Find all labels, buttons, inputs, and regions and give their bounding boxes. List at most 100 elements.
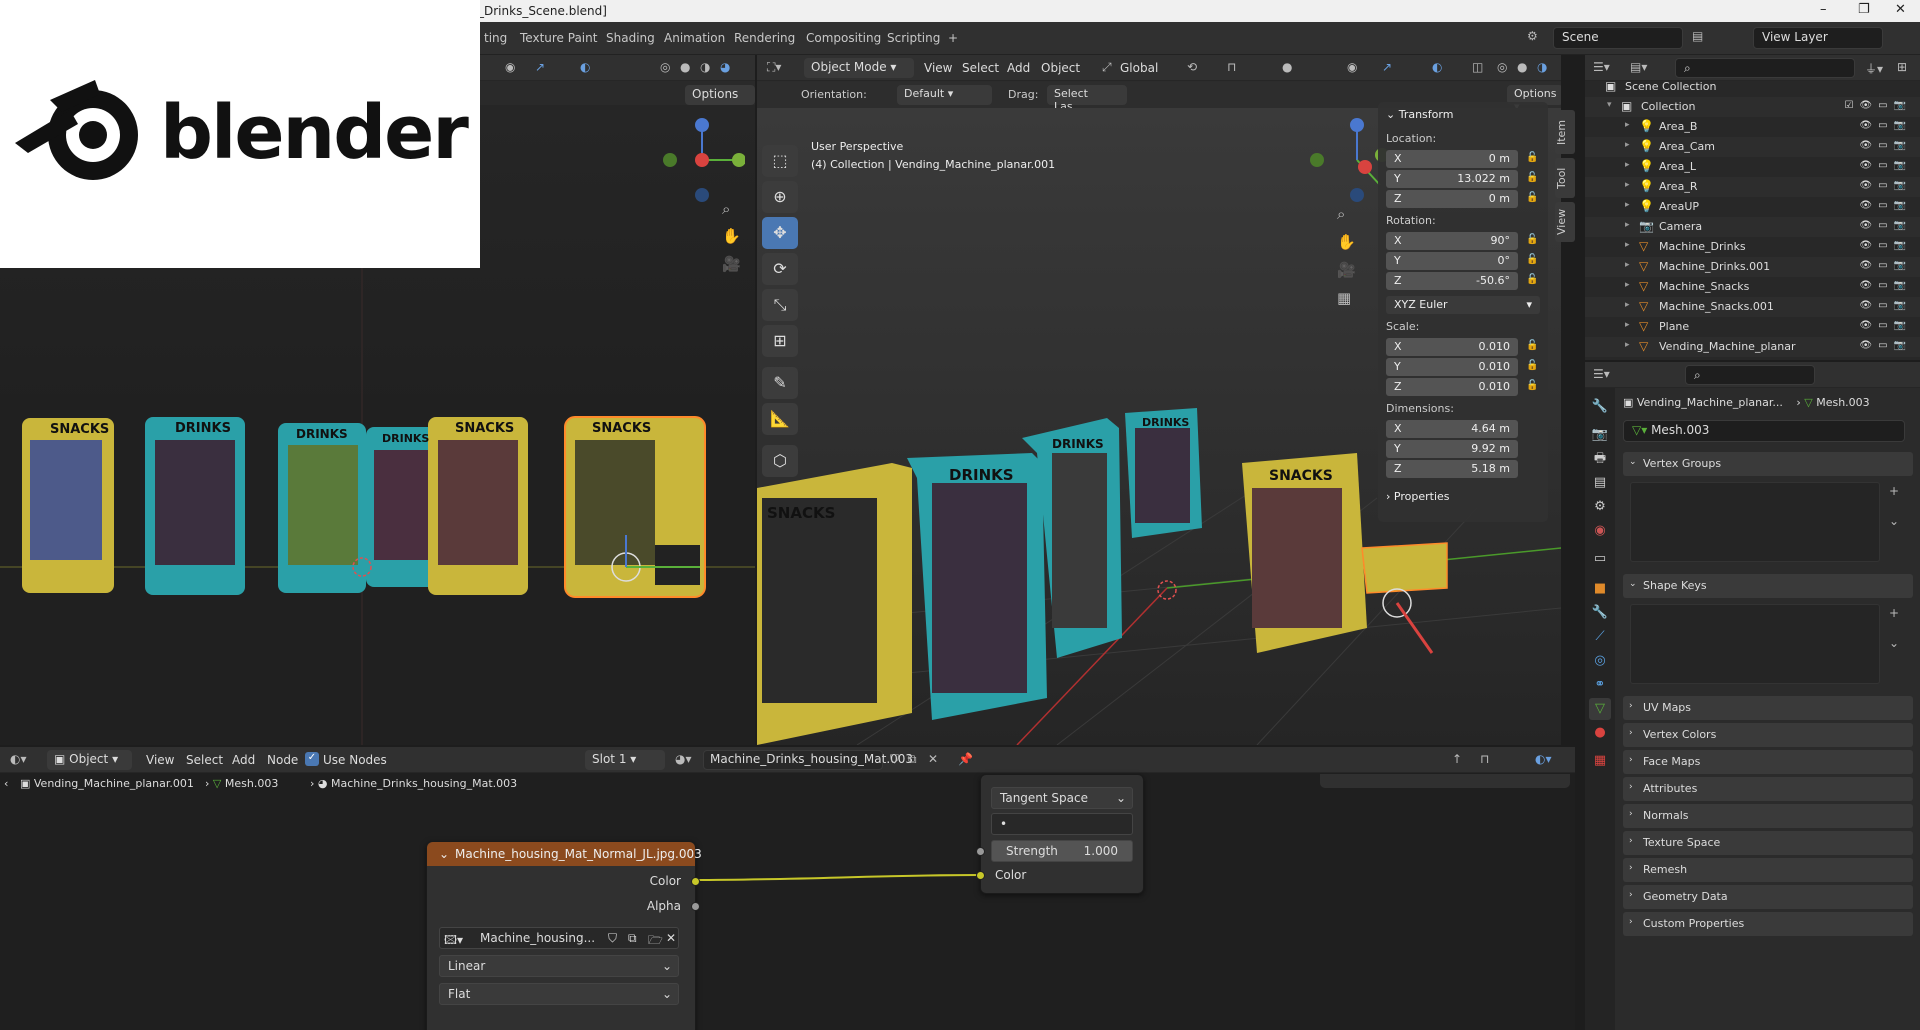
view-layer-tab-icon[interactable]: ▤: [1589, 472, 1611, 494]
duplicate-icon[interactable]: ⧉: [628, 931, 637, 946]
strength-input-socket[interactable]: [976, 847, 985, 856]
minimize-button[interactable]: –: [1820, 2, 1827, 17]
lock-icon[interactable]: 🔓: [1526, 254, 1538, 266]
properties-search-input[interactable]: ⌕: [1685, 365, 1815, 385]
zoom-icon[interactable]: ⌕: [1337, 205, 1345, 223]
object-tab-icon[interactable]: ■: [1589, 578, 1611, 600]
gizmo-icon[interactable]: ↗: [535, 60, 545, 74]
outliner-row[interactable]: ▸ ▽ Machine_Snacks 👁▭📷: [1585, 277, 1920, 297]
visibility-toggles[interactable]: 👁▭📷: [1859, 340, 1912, 351]
lock-icon[interactable]: 🔓: [1526, 274, 1538, 286]
properties-section-panel[interactable]: › Geometry Data: [1623, 885, 1913, 909]
lock-icon[interactable]: 🔓: [1526, 380, 1538, 392]
open-image-icon[interactable]: 🗁: [648, 931, 663, 952]
outliner-row[interactable]: ▸ 💡 Area_R 👁▭📷: [1585, 177, 1920, 197]
editor-type-icon[interactable]: ☰▾: [1593, 367, 1610, 381]
color-output-socket[interactable]: [691, 877, 700, 886]
color-input-socket[interactable]: [976, 871, 985, 880]
world-tab-icon[interactable]: ◉: [1589, 520, 1611, 542]
lock-icon[interactable]: 🔓: [1526, 192, 1538, 204]
shading-material-icon[interactable]: ◑: [700, 60, 710, 74]
properties-section-panel[interactable]: › UV Maps: [1623, 696, 1913, 720]
left-options-button[interactable]: Options ▾: [685, 85, 755, 115]
transform-orientation-selector[interactable]: Global: [1120, 61, 1158, 75]
shape-keys-panel[interactable]: ⌄ Shape Keys: [1623, 574, 1913, 598]
physics-tab-icon[interactable]: ◎: [1589, 650, 1611, 672]
outliner-row[interactable]: ▸ 💡 Area_Cam 👁▭📷: [1585, 137, 1920, 157]
left-nav-gizmo[interactable]: [655, 115, 745, 205]
tab-compositing[interactable]: Compositing: [806, 31, 881, 45]
scene-tab-icon[interactable]: ⚙: [1589, 496, 1611, 518]
measure-tool[interactable]: 📐: [762, 403, 798, 435]
visibility-toggles[interactable]: 👁▭📷: [1859, 180, 1912, 191]
lock-icon[interactable]: 🔓: [1526, 152, 1538, 164]
mode-selector[interactable]: Object Mode ▾: [804, 58, 914, 78]
properties-section-panel[interactable]: › Normals: [1623, 804, 1913, 828]
image-texture-node[interactable]: ⌄ Machine_housing_Mat_Normal_JL.jpg.003 …: [426, 841, 702, 1030]
outliner-row[interactable]: ▸ ▽ Plane 👁▭📷: [1585, 317, 1920, 337]
particles-tab-icon[interactable]: ⟋: [1589, 626, 1611, 648]
add-cube-tool[interactable]: ⬡: [762, 445, 798, 477]
select-box-tool[interactable]: ⬚: [762, 145, 798, 177]
tab-texture-paint[interactable]: Texture Paint: [520, 31, 597, 45]
view-layer-selector[interactable]: View Layer: [1753, 27, 1883, 49]
tab-shading[interactable]: Shading: [606, 31, 655, 45]
rotation-z-field[interactable]: Z -50.6°: [1386, 272, 1518, 290]
properties-section-panel[interactable]: › Vertex Colors: [1623, 723, 1913, 747]
new-collection-icon[interactable]: ⊞: [1897, 60, 1907, 74]
outliner-row[interactable]: ▸ 📷 Camera 👁▭📷: [1585, 217, 1920, 237]
lock-icon[interactable]: 🔓: [1526, 360, 1538, 372]
tab-item[interactable]: Item: [1555, 110, 1575, 154]
filter-icon[interactable]: ⏚▾: [1865, 60, 1883, 77]
fake-user-icon[interactable]: ⛉: [608, 931, 617, 946]
properties-section-panel[interactable]: › Face Maps: [1623, 750, 1913, 774]
location-x-field[interactable]: X0 m: [1386, 150, 1518, 168]
outliner-row[interactable]: ▸ ▽ Machine_Drinks.001 👁▭📷: [1585, 257, 1920, 277]
add-workspace-button[interactable]: +: [948, 31, 958, 45]
proportional-edit-icon[interactable]: ●: [1282, 60, 1292, 74]
vertex-groups-list[interactable]: [1630, 482, 1880, 562]
outliner-row[interactable]: ▸ ▽ Machine_Snacks.001 👁▭📷: [1585, 297, 1920, 317]
properties-section-panel[interactable]: › Remesh: [1623, 858, 1913, 882]
visibility-toggles[interactable]: 👁▭📷: [1859, 320, 1912, 331]
tool-tab-icon[interactable]: 🔧: [1589, 396, 1611, 418]
drag-selector[interactable]: Select Las...: [1047, 85, 1127, 113]
zoom-icon[interactable]: ⌕: [722, 200, 730, 218]
add-icon[interactable]: +: [1889, 606, 1899, 620]
gizmo-icon[interactable]: ↗: [1382, 60, 1392, 74]
unlink-icon[interactable]: ✕: [666, 931, 676, 945]
scale-z-field[interactable]: Z 0.010: [1386, 378, 1518, 396]
outliner-search-input[interactable]: ⌕: [1675, 58, 1855, 78]
cursor-tool[interactable]: ⊕: [762, 181, 798, 213]
chevron-down-icon[interactable]: ⌄: [1889, 514, 1899, 528]
annotate-tool[interactable]: ✎: [762, 367, 798, 399]
snap-icon[interactable]: ⊓: [1227, 60, 1236, 74]
editor-type-icon[interactable]: ☰▾: [1593, 60, 1610, 74]
outliner-row[interactable]: ▸ ▽ Vending_Machine_planar 👁▭📷: [1585, 337, 1920, 357]
scale-y-field[interactable]: Y 0.010: [1386, 358, 1518, 376]
outliner-row-collection[interactable]: ▾ ▣ Collection ☑👁▭📷: [1585, 97, 1920, 117]
alpha-output-socket[interactable]: [691, 902, 700, 911]
output-tab-icon[interactable]: 🖶: [1589, 448, 1611, 470]
outliner-row[interactable]: ▸ ▽ Machine_Drinks 👁▭📷: [1585, 237, 1920, 257]
tab-tool[interactable]: Tool: [1555, 158, 1575, 198]
properties-section-panel[interactable]: › Attributes: [1623, 777, 1913, 801]
tab-rendering[interactable]: Rendering: [734, 31, 795, 45]
restore-button[interactable]: ❐: [1858, 2, 1870, 17]
shading-solid-icon[interactable]: ●: [680, 60, 690, 74]
shading-wire-icon[interactable]: ◎: [1497, 60, 1507, 74]
render-tab-icon[interactable]: 📷: [1589, 424, 1611, 446]
tab-animation[interactable]: Animation: [664, 31, 725, 45]
tab-modeling[interactable]: ting: [484, 31, 507, 45]
outliner-row[interactable]: ▸ 💡 Area_B 👁▭📷: [1585, 117, 1920, 137]
shading-material-icon[interactable]: ◑: [1537, 60, 1547, 74]
ortho-toggle-icon[interactable]: ▦: [1337, 289, 1351, 307]
camera-view-icon[interactable]: 🎥: [1337, 261, 1356, 279]
visibility-toggles[interactable]: 👁▭📷: [1859, 140, 1912, 151]
close-button[interactable]: ✕: [1895, 2, 1906, 17]
orientation-selector[interactable]: Default ▾: [897, 85, 992, 105]
visibility-toggles[interactable]: 👁▭📷: [1859, 120, 1912, 131]
location-z-field[interactable]: Z0 m: [1386, 190, 1518, 208]
normal-map-node[interactable]: Tangent Space ⌄ • Strength 1.000 Color: [976, 774, 1144, 894]
lock-icon[interactable]: 🔓: [1526, 234, 1538, 246]
